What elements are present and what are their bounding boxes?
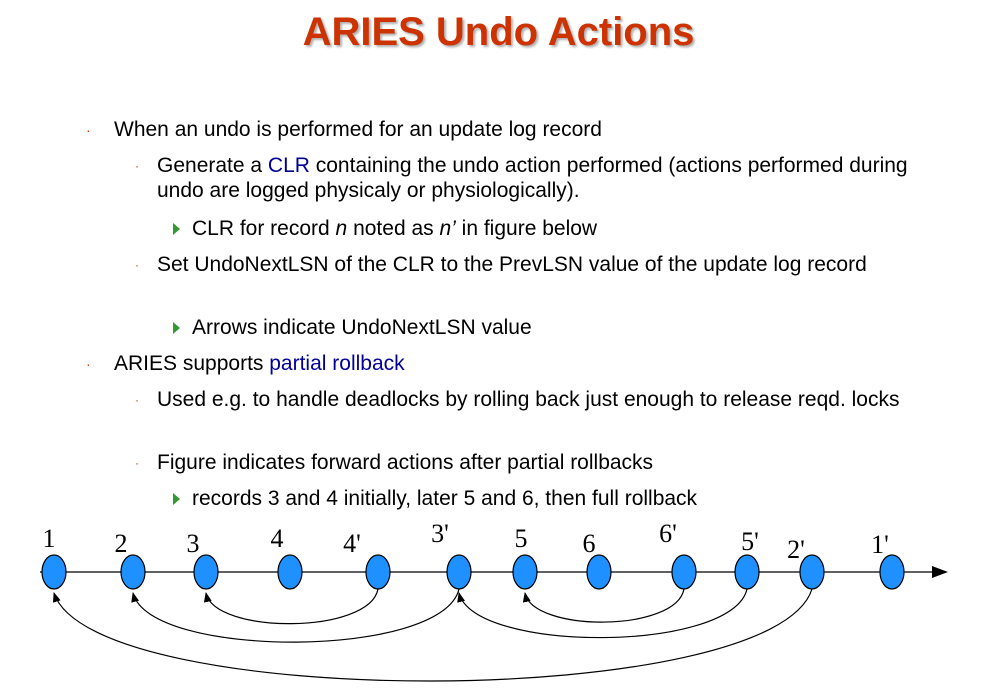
undonextlsn-arrow <box>131 588 460 643</box>
sub-bullet-generate-clr: Generate a CLR containing the undo actio… <box>157 154 908 202</box>
log-record-label: 4' <box>343 529 361 558</box>
sub-bullet-marker: · <box>135 258 139 272</box>
clr-highlight: CLR <box>267 154 310 177</box>
bullet-partial-rollback: ARIES supports partial rollback <box>114 352 405 375</box>
log-record-label: 2 <box>115 529 128 558</box>
sub-bullet-deadlocks: Used e.g. to handle deadlocks by rolling… <box>157 388 900 411</box>
triangle-bullet-icon <box>173 493 180 505</box>
bullet-undo-performed: When an undo is performed for an update … <box>114 118 602 141</box>
log-record-node <box>512 554 538 590</box>
log-record-label: 5' <box>741 527 759 556</box>
sub-bullet-marker: · <box>135 456 139 470</box>
log-record-node <box>446 554 472 590</box>
log-record-node <box>734 554 760 590</box>
log-record-node <box>879 554 905 590</box>
log-record-node <box>277 554 303 590</box>
log-record-node <box>586 554 612 590</box>
triangle-bullet-icon <box>173 322 180 334</box>
log-record-label: 1' <box>871 530 889 559</box>
undonextlsn-arrow <box>457 588 748 639</box>
log-record-label: 1 <box>43 524 56 553</box>
log-record-node <box>193 554 219 590</box>
undonextlsn-arrow <box>52 588 813 682</box>
log-record-label: 6 <box>583 529 596 558</box>
log-record-label: 2' <box>787 535 805 564</box>
log-record-node <box>671 554 697 590</box>
log-record-node <box>41 554 67 590</box>
log-record-label: 4 <box>271 524 284 553</box>
undonextlsn-arrows <box>52 588 813 682</box>
log-record-label: 3 <box>187 529 200 558</box>
partial-rollback-highlight: partial rollback <box>269 352 405 375</box>
sub-bullet-set-undonextlsn: Set UndoNextLSN of the CLR to the PrevLS… <box>157 253 867 276</box>
sub-sub-bullet-records: records 3 and 4 initially, later 5 and 6… <box>192 487 698 510</box>
undonextlsn-arrow <box>203 588 379 625</box>
sub-bullet-marker: · <box>135 393 139 407</box>
undonextlsn-arrow <box>522 588 685 623</box>
sub-sub-bullet-clr-notation: CLR for record n noted as n’ in figure b… <box>192 217 598 240</box>
sub-sub-bullet-arrows: Arrows indicate UndoNextLSN value <box>192 316 532 339</box>
sub-bullet-marker: · <box>135 159 139 173</box>
log-record-label: 5 <box>515 524 528 553</box>
bullet-marker: · <box>86 122 91 138</box>
triangle-bullet-icon <box>173 223 180 235</box>
sub-bullet-forward-actions: Figure indicates forward actions after p… <box>157 451 654 474</box>
timeline-arrowhead <box>932 566 948 578</box>
bullet-marker: · <box>86 356 91 372</box>
log-record-label: 6' <box>659 519 677 548</box>
log-record-node <box>365 554 391 590</box>
log-record-label: 3' <box>431 519 449 548</box>
slide-title: ARIES Undo Actions <box>302 10 695 54</box>
log-record-diagram: 1 2 3 4 4' 3' 5 6 6' 5' 2' 1' <box>40 519 948 682</box>
log-record-node <box>120 554 146 590</box>
